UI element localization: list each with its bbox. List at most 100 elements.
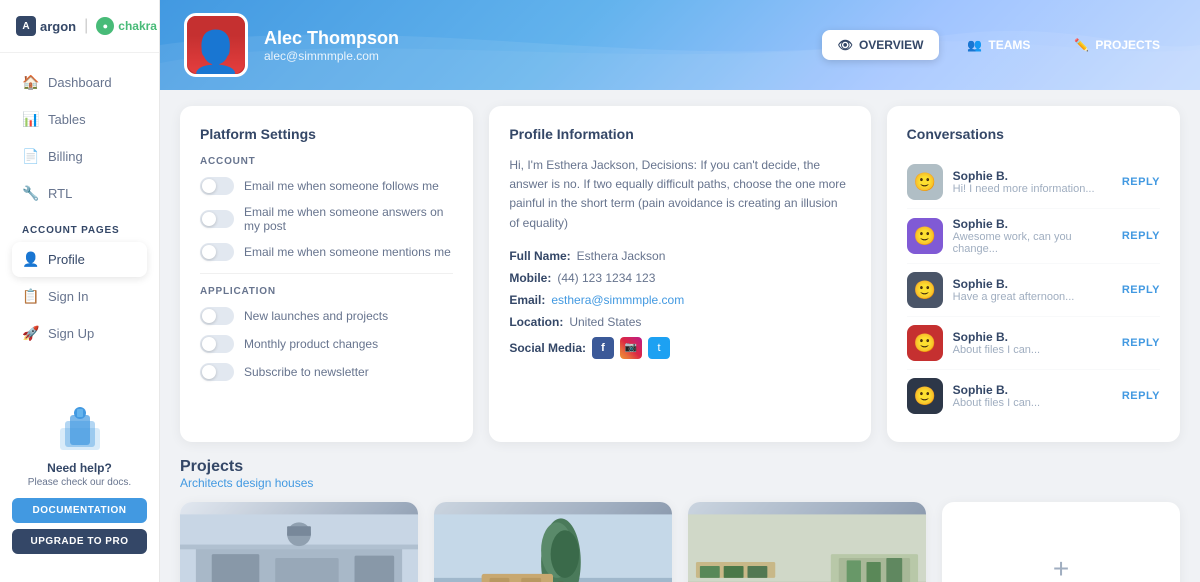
project-img-1 xyxy=(180,502,418,582)
toggle-launches-switch[interactable] xyxy=(200,307,234,325)
sidebar-item-signup[interactable]: 🚀 Sign Up xyxy=(12,316,147,351)
reply-btn-2[interactable]: REPLY xyxy=(1122,284,1160,296)
convo-item-4: 🙂 Sophie B. About files I can... REPLY xyxy=(907,370,1160,422)
project-img-2 xyxy=(434,502,672,582)
profile-info: Alec Thompson alec@simmmple.com xyxy=(184,13,399,77)
twitter-icon[interactable]: t xyxy=(648,337,670,359)
convo-name-2: Sophie B. xyxy=(953,277,1112,291)
application-label: APPLICATION xyxy=(200,286,453,297)
reply-btn-4[interactable]: REPLY xyxy=(1122,390,1160,402)
rtl-icon: 🔧 xyxy=(22,185,38,202)
convo-avatar-2: 🙂 xyxy=(907,272,943,308)
toggle-newsletter-label: Subscribe to newsletter xyxy=(244,365,369,379)
profile-info-card: Profile Information Hi, I'm Esthera Jack… xyxy=(489,106,870,442)
need-help-sub: Please check our docs. xyxy=(12,477,147,488)
toggle-product-changes: Monthly product changes xyxy=(200,335,453,353)
projects-subtitle: Architects design houses xyxy=(180,476,1180,490)
sidebar-bottom: Need help? Please check our docs. DOCUME… xyxy=(0,391,159,566)
toggle-follows-switch[interactable] xyxy=(200,177,234,195)
tables-icon: 📊 xyxy=(22,111,38,128)
toggle-mentions: Email me when someone mentions me xyxy=(200,243,453,261)
profile-icon: 👤 xyxy=(22,251,38,268)
teams-icon: 👥 xyxy=(967,38,982,52)
projects-section: Projects Architects design houses xyxy=(180,458,1180,582)
help-icon-wrap xyxy=(55,403,105,453)
toggle-product-changes-switch[interactable] xyxy=(200,335,234,353)
reply-btn-1[interactable]: REPLY xyxy=(1122,230,1160,242)
convo-avatar-3: 🙂 xyxy=(907,325,943,361)
sidebar-item-signin[interactable]: 📋 Sign In xyxy=(12,279,147,314)
instagram-icon[interactable]: 📷 xyxy=(620,337,642,359)
toggle-answers-label: Email me when someone answers on my post xyxy=(244,205,453,233)
profile-bio: Hi, I'm Esthera Jackson, Decisions: If y… xyxy=(509,156,850,233)
social-icons: f 📷 t xyxy=(592,337,670,359)
social-label: Social Media: xyxy=(509,341,586,355)
new-project-plus-icon: + xyxy=(1053,553,1069,582)
project-card-3[interactable]: Project #3 xyxy=(688,502,926,582)
toggle-mentions-label: Email me when someone mentions me xyxy=(244,245,451,259)
convo-msg-2: Have a great afternoon... xyxy=(953,291,1112,303)
new-project-card[interactable]: + Create a New Project ⚙ xyxy=(942,502,1180,582)
projects-button[interactable]: ✏️ PROJECTS xyxy=(1058,30,1176,60)
fullname-value: Esthera Jackson xyxy=(577,249,666,263)
teams-button[interactable]: 👥 TEAMS xyxy=(951,30,1046,60)
info-row-social: Social Media: f 📷 t xyxy=(509,337,850,359)
toggle-answers: Email me when someone answers on my post xyxy=(200,205,453,233)
convo-msg-0: Hi! I need more information... xyxy=(953,183,1112,195)
profile-info-title: Profile Information xyxy=(509,126,850,142)
convo-text-2: Sophie B. Have a great afternoon... xyxy=(953,277,1112,303)
convo-msg-1: Awesome work, can you change... xyxy=(953,231,1112,255)
convo-avatar-0: 🙂 xyxy=(907,164,943,200)
convo-msg-3: About files I can... xyxy=(953,344,1112,356)
toggle-newsletter-switch[interactable] xyxy=(200,363,234,381)
location-label: Location: xyxy=(509,315,563,329)
reply-btn-0[interactable]: REPLY xyxy=(1122,176,1160,188)
fullname-label: Full Name: xyxy=(509,249,570,263)
project-img-interior-3 xyxy=(688,502,926,582)
signup-icon: 🚀 xyxy=(22,325,38,342)
sidebar-item-tables[interactable]: 📊 Tables xyxy=(12,102,147,137)
convo-name-3: Sophie B. xyxy=(953,330,1112,344)
account-section-label: ACCOUNT PAGES xyxy=(12,213,147,242)
conversations-title: Conversations xyxy=(907,126,1160,142)
sidebar-item-dashboard[interactable]: 🏠 Dashboard xyxy=(12,65,147,100)
profile-header: Alec Thompson alec@simmmple.com 👁 OVERVI… xyxy=(160,0,1200,90)
upgrade-button[interactable]: UPGRADE TO PRO xyxy=(12,529,147,554)
convo-avatar-4: 🙂 xyxy=(907,378,943,414)
overview-button[interactable]: 👁 OVERVIEW xyxy=(822,30,940,60)
info-row-email: Email: esthera@simmmple.com xyxy=(509,293,850,307)
convo-text-1: Sophie B. Awesome work, can you change..… xyxy=(953,217,1112,255)
project-card-2[interactable]: Project #2 xyxy=(434,502,672,582)
account-label: ACCOUNT xyxy=(200,156,453,167)
avatar xyxy=(184,13,248,77)
project-card-1[interactable]: Project #1 xyxy=(180,502,418,582)
profile-name: Alec Thompson xyxy=(264,28,399,49)
toggle-launches-label: New launches and projects xyxy=(244,309,388,323)
reply-btn-3[interactable]: REPLY xyxy=(1122,337,1160,349)
conversations-card: Conversations 🙂 Sophie B. Hi! I need mor… xyxy=(887,106,1180,442)
toggle-follows: Email me when someone follows me xyxy=(200,177,453,195)
need-help-title: Need help? xyxy=(12,461,147,475)
platform-settings-title: Platform Settings xyxy=(200,126,453,142)
convo-item-2: 🙂 Sophie B. Have a great afternoon... RE… xyxy=(907,264,1160,317)
sidebar-item-billing[interactable]: 📄 Billing xyxy=(12,139,147,174)
convo-name-4: Sophie B. xyxy=(953,383,1112,397)
project-img-interior-2 xyxy=(434,502,672,582)
mobile-value: (44) 123 1234 123 xyxy=(557,271,655,285)
sidebar-item-profile[interactable]: 👤 Profile xyxy=(12,242,147,277)
convo-name-1: Sophie B. xyxy=(953,217,1112,231)
chakra-icon: ● xyxy=(96,17,114,35)
info-row-fullname: Full Name: Esthera Jackson xyxy=(509,249,850,263)
facebook-icon[interactable]: f xyxy=(592,337,614,359)
toggle-answers-switch[interactable] xyxy=(200,210,234,228)
toggle-mentions-switch[interactable] xyxy=(200,243,234,261)
content-area: Platform Settings ACCOUNT Email me when … xyxy=(160,90,1200,582)
settings-divider xyxy=(200,273,453,274)
sidebar-item-rtl[interactable]: 🔧 RTL xyxy=(12,176,147,211)
convo-text-4: Sophie B. About files I can... xyxy=(953,383,1112,409)
projects-title: Projects xyxy=(180,458,1180,476)
convo-item-0: 🙂 Sophie B. Hi! I need more information.… xyxy=(907,156,1160,209)
location-value: United States xyxy=(569,315,641,329)
documentation-button[interactable]: DOCUMENTATION xyxy=(12,498,147,523)
convo-text-3: Sophie B. About files I can... xyxy=(953,330,1112,356)
